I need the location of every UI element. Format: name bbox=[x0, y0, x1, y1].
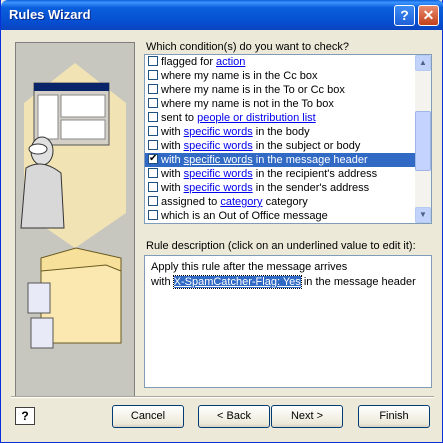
finish-button[interactable]: Finish bbox=[358, 405, 430, 428]
condition-text-suffix: category bbox=[262, 196, 308, 208]
condition-link[interactable]: specific words bbox=[184, 154, 253, 166]
condition-link[interactable]: people or distribution list bbox=[197, 112, 316, 124]
condition-text: with bbox=[161, 140, 184, 152]
condition-item[interactable]: where my name is not in the To box bbox=[145, 97, 415, 111]
condition-checkbox[interactable] bbox=[148, 98, 158, 108]
condition-text: where my name is not in the To box bbox=[161, 98, 334, 110]
title-help-button[interactable]: ? bbox=[394, 5, 415, 26]
condition-item[interactable]: with specific words in the sender's addr… bbox=[145, 181, 415, 195]
condition-item[interactable]: with specific words in the body bbox=[145, 125, 415, 139]
condition-link[interactable]: specific words bbox=[184, 126, 253, 138]
condition-text-suffix: in the subject or body bbox=[252, 140, 361, 152]
condition-text-suffix: in the body bbox=[252, 126, 310, 138]
condition-checkbox[interactable] bbox=[148, 152, 158, 166]
description-label: Rule description (click on an underlined… bbox=[146, 240, 416, 252]
condition-checkbox[interactable] bbox=[148, 84, 158, 94]
condition-text: with bbox=[161, 168, 184, 180]
condition-link[interactable]: action bbox=[216, 56, 245, 68]
rules-wizard-window: Rules Wizard ? ✕ Which condition(s) do y… bbox=[0, 0, 443, 443]
help-icon: ? bbox=[400, 7, 409, 23]
conditions-rows: flagged for action where my name is in th… bbox=[145, 55, 415, 223]
conditions-scrollbar[interactable]: ▲ ▼ bbox=[415, 55, 431, 223]
condition-item[interactable]: sent to people or distribution list bbox=[145, 111, 415, 125]
condition-text: with bbox=[161, 182, 184, 194]
title-bar[interactable]: Rules Wizard ? ✕ bbox=[1, 0, 443, 30]
window-title: Rules Wizard bbox=[9, 7, 91, 22]
conditions-list[interactable]: flagged for action where my name is in th… bbox=[144, 54, 432, 224]
help-button[interactable]: ? bbox=[15, 407, 35, 425]
condition-item[interactable]: which is an Out of Office message bbox=[145, 209, 415, 223]
footer-separator bbox=[11, 396, 434, 398]
condition-text: assigned to bbox=[161, 196, 221, 208]
condition-item[interactable]: assigned to category category bbox=[145, 195, 415, 209]
condition-item[interactable]: where my name is in the Cc box bbox=[145, 69, 415, 83]
condition-link[interactable]: specific words bbox=[184, 182, 253, 194]
scroll-up-icon[interactable]: ▲ bbox=[415, 55, 431, 71]
condition-checkbox[interactable] bbox=[148, 140, 158, 150]
condition-item[interactable]: with specific words in the subject or bo… bbox=[145, 139, 415, 153]
back-button[interactable]: < Back bbox=[198, 405, 270, 428]
condition-text: which is an Out of Office message bbox=[161, 210, 328, 222]
description-line-2-suffix: in the message header bbox=[300, 276, 416, 288]
condition-text: with bbox=[161, 126, 184, 138]
next-button[interactable]: Next > bbox=[271, 405, 343, 428]
condition-checkbox[interactable] bbox=[148, 126, 158, 136]
condition-text: where my name is in the To or Cc box bbox=[161, 84, 345, 96]
condition-checkbox[interactable] bbox=[148, 70, 158, 80]
condition-item[interactable]: with specific words in the recipient's a… bbox=[145, 167, 415, 181]
condition-text-suffix: in the recipient's address bbox=[252, 168, 378, 180]
close-icon: ✕ bbox=[422, 7, 435, 23]
condition-text-suffix: in the sender's address bbox=[252, 182, 370, 194]
condition-checkbox[interactable] bbox=[148, 182, 158, 192]
condition-link[interactable]: category bbox=[220, 196, 262, 208]
condition-item[interactable]: where my name is in the To or Cc box bbox=[145, 83, 415, 97]
condition-text: sent to bbox=[161, 112, 198, 124]
condition-text: with bbox=[161, 154, 184, 166]
condition-text-suffix: in the message header bbox=[252, 154, 368, 166]
condition-checkbox[interactable] bbox=[148, 168, 158, 178]
condition-checkbox[interactable] bbox=[148, 112, 158, 122]
condition-item[interactable]: flagged for action bbox=[145, 55, 415, 69]
conditions-label: Which condition(s) do you want to check? bbox=[146, 41, 349, 53]
condition-link[interactable]: specific words bbox=[184, 168, 253, 180]
header-value-link[interactable]: X-SpamCatcher-Flag: Yes bbox=[174, 276, 301, 288]
description-line-2: with X-SpamCatcher-Flag: Yes in the mess… bbox=[151, 275, 425, 290]
wizard-illustration bbox=[15, 42, 135, 397]
title-close-button[interactable]: ✕ bbox=[418, 5, 439, 26]
condition-checkbox[interactable] bbox=[148, 210, 158, 220]
condition-text: where my name is in the Cc box bbox=[161, 70, 318, 82]
condition-link[interactable]: specific words bbox=[184, 140, 253, 152]
description-line-2-prefix: with bbox=[151, 276, 174, 288]
description-line-1: Apply this rule after the message arrive… bbox=[151, 261, 348, 273]
rule-description[interactable]: Apply this rule after the message arrive… bbox=[144, 255, 432, 388]
condition-item[interactable]: with specific words in the message heade… bbox=[145, 152, 415, 167]
cancel-button[interactable]: Cancel bbox=[112, 405, 184, 428]
condition-checkbox[interactable] bbox=[148, 56, 158, 66]
condition-text: flagged for bbox=[161, 56, 217, 68]
condition-checkbox[interactable] bbox=[148, 196, 158, 206]
scroll-thumb[interactable] bbox=[415, 111, 431, 171]
scroll-down-icon[interactable]: ▼ bbox=[415, 207, 431, 223]
